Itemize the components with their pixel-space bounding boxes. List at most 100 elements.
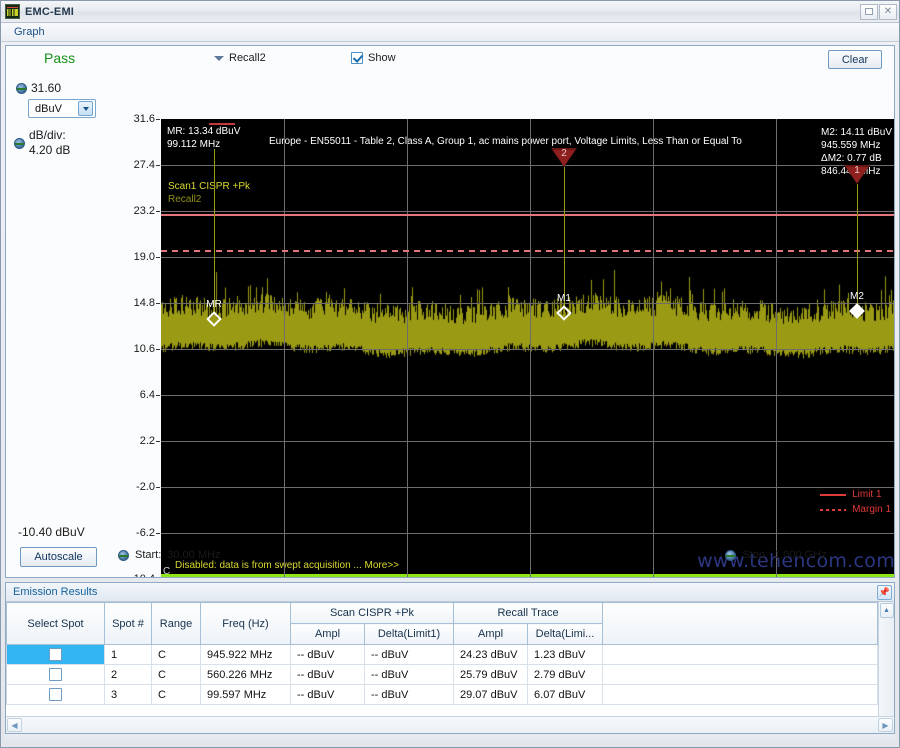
col-freq[interactable]: Freq (Hz): [200, 602, 291, 645]
cell-scan-delta: -- dBuV: [363, 664, 455, 685]
group-recall-trace: Recall Trace: [453, 602, 604, 624]
cell-filler: [602, 644, 878, 665]
y-axis-tick-mark: [156, 211, 160, 212]
limit-line: [161, 214, 894, 217]
col-recall-delta[interactable]: Delta(Limi...: [527, 623, 604, 645]
menu-item-graph[interactable]: Graph: [9, 25, 50, 39]
knob-icon: [16, 82, 27, 94]
scroll-right-icon[interactable]: ▶: [878, 718, 893, 732]
db-per-div-control[interactable]: dB/div: 4.20 dB: [14, 128, 70, 158]
group-scan-cispr: Scan CISPR +Pk: [289, 602, 455, 624]
col-select-spot[interactable]: Select Spot: [6, 602, 105, 645]
select-spot-checkbox[interactable]: [49, 688, 62, 701]
select-spot-checkbox[interactable]: [49, 648, 62, 661]
baseline-indicator: [161, 574, 894, 577]
y-axis-tick: 27.4: [133, 159, 155, 171]
plot-area[interactable]: MR: 13.34 dBuV 99.112 MHz Europe - EN550…: [161, 119, 894, 577]
results-table-scroll: Select Spot Spot # Range Freq (Hz) Scan …: [6, 602, 878, 716]
cell-spot-number: 3: [104, 684, 152, 705]
y-axis-tick-mark: [156, 349, 160, 350]
marker-flag-2[interactable]: 2: [551, 148, 577, 167]
reference-level-control[interactable]: 31.60: [16, 81, 61, 95]
stop-frequency-value: 1.000 GHz: [774, 549, 827, 561]
margin-line: [161, 250, 894, 253]
recall-trace-dropdown[interactable]: Recall2: [214, 52, 266, 64]
results-table-wrap: Select Spot Spot # Range Freq (Hz) Scan …: [6, 602, 894, 716]
body-area: Pass Recall2 Show Clear 31.60 dBuV dB/di…: [1, 42, 899, 747]
marker-flag-1[interactable]: 1: [844, 165, 870, 184]
legend-label-limit: Limit 1: [852, 489, 882, 500]
knob-icon: [14, 137, 25, 149]
app-icon: [5, 4, 20, 19]
cell-scan-delta: -- dBuV: [363, 684, 455, 705]
y-axis-tick: 14.8: [133, 297, 155, 309]
cell-select-spot[interactable]: [6, 684, 105, 705]
col-range[interactable]: Range: [151, 602, 201, 645]
marker-flag-number: 1: [854, 165, 860, 176]
table-row[interactable]: 2 C 560.226 MHz -- dBuV -- dBuV 25.79 dBuV 2.7…: [6, 664, 878, 685]
scroll-left-icon[interactable]: ◀: [7, 718, 22, 732]
marker-drop-line: [214, 149, 215, 319]
col-scan-ampl[interactable]: Ampl: [290, 623, 365, 645]
recall-trace-label: Recall2: [229, 52, 266, 64]
results-horizontal-scrollbar[interactable]: ◀ ▶: [6, 716, 894, 733]
marker-drop-line: [564, 167, 565, 313]
col-recall-ampl[interactable]: Ampl: [453, 623, 529, 645]
cell-range: C: [151, 644, 201, 665]
y-axis-tick: 10.6: [133, 343, 155, 355]
stop-frequency-control[interactable]: Stop: 1.000 GHz: [725, 549, 836, 561]
standard-annotation: Europe - EN55011 - Table 2, Class A, Gro…: [269, 136, 742, 147]
y-axis-tick-mark: [156, 257, 160, 258]
y-axis-tick: 31.6: [133, 113, 155, 125]
maximize-restore-button[interactable]: [860, 3, 878, 20]
cell-frequency: 99.597 MHz: [200, 684, 291, 705]
db-per-div-label: dB/div:: [29, 128, 66, 142]
knob-icon: [118, 549, 129, 561]
col-scan-delta[interactable]: Delta(Limit1): [363, 623, 455, 645]
db-per-div-value: 4.20 dB: [29, 143, 71, 157]
marker-label-M1: M1: [557, 292, 571, 304]
y-axis-tick-mark: [156, 119, 160, 120]
y-axis-tick: -2.0: [136, 481, 155, 493]
select-spot-checkbox[interactable]: [49, 668, 62, 681]
table-row[interactable]: 3 C 99.597 MHz -- dBuV -- dBuV 29.07 dBuV 6.07…: [6, 684, 878, 705]
menu-bar: Graph: [1, 23, 899, 42]
plot-legend: Limit 1 Margin 1: [820, 488, 891, 517]
clear-button[interactable]: Clear: [828, 50, 882, 69]
cell-recall-ampl: 24.23 dBuV: [453, 644, 529, 665]
pin-icon[interactable]: 📌: [877, 584, 892, 600]
results-vertical-scrollbar[interactable]: ▲: [878, 602, 894, 716]
scan-trace-label: Scan1 CISPR +Pk: [168, 181, 250, 192]
grid-line-horizontal: [161, 303, 894, 304]
table-row[interactable]: 1 C 945.922 MHz -- dBuV -- dBuV 24.23 dBuV 1.2…: [6, 644, 878, 665]
marker-flag-number: 2: [561, 148, 567, 159]
col-spot-number[interactable]: Spot #: [104, 602, 152, 645]
knob-icon: [725, 549, 737, 561]
start-frequency-control[interactable]: Start: 30.00 MHz: [118, 549, 229, 561]
cell-select-spot[interactable]: [6, 664, 105, 685]
window-title: EMC-EMI: [25, 5, 75, 18]
cell-select-spot[interactable]: [6, 644, 105, 665]
emc-emi-window: EMC-EMI ✕ Graph Pass Recall2 Show Clear …: [0, 0, 900, 748]
scroll-up-icon[interactable]: ▲: [879, 603, 894, 618]
stop-frequency-label: Stop:: [742, 549, 768, 561]
cell-filler: [602, 684, 878, 705]
cell-recall-ampl: 29.07 dBuV: [453, 684, 529, 705]
cell-range: C: [151, 664, 201, 685]
mr-readout: MR: 13.34 dBuV 99.112 MHz: [167, 126, 241, 150]
y-axis-tick: 6.4: [139, 389, 155, 401]
show-checkbox[interactable]: Show: [351, 52, 396, 64]
mr-color-swatch: [209, 123, 235, 125]
cell-frequency: 945.922 MHz: [200, 644, 291, 665]
y-axis-tick: 2.2: [139, 435, 155, 447]
cell-spot-number: 2: [104, 664, 152, 685]
close-button[interactable]: ✕: [879, 3, 897, 20]
grid-line-horizontal: [161, 441, 894, 442]
unit-select[interactable]: dBuV: [28, 99, 96, 118]
legend-entry-limit: Limit 1: [820, 488, 891, 503]
cell-recall-delta: 2.79 dBuV: [527, 664, 604, 685]
grid-line-horizontal: [161, 165, 894, 166]
chevron-down-icon[interactable]: [78, 101, 93, 116]
cell-recall-ampl: 25.79 dBuV: [453, 664, 529, 685]
grid-line-horizontal: [161, 395, 894, 396]
